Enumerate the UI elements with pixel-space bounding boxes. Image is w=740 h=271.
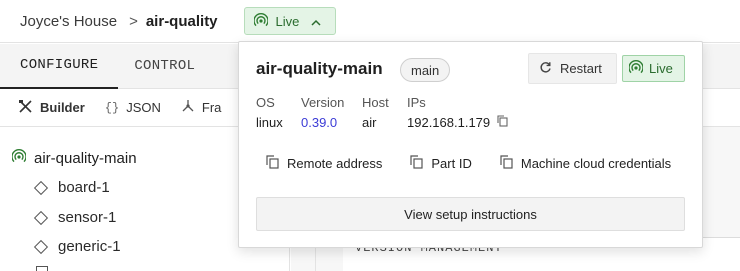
restart-label: Restart xyxy=(560,61,602,76)
credential-actions: Remote address Part ID Machine cloud cre… xyxy=(266,155,699,172)
mode-builder[interactable]: Builder xyxy=(18,99,85,117)
part-id-copy-button[interactable]: Part ID xyxy=(410,155,472,172)
ips-label: IPs xyxy=(407,95,426,110)
mode-frame-label: Fra xyxy=(201,100,222,115)
signal-icon xyxy=(628,60,644,77)
signal-icon xyxy=(11,149,27,167)
part-badge: main xyxy=(400,58,451,82)
component-icon xyxy=(33,239,49,254)
breadcrumb-current: air-quality xyxy=(145,12,218,30)
tab-configure[interactable]: CONFIGURE xyxy=(0,44,119,89)
tree-item-generic[interactable]: generic-1 xyxy=(33,238,121,255)
cloud-credentials-copy-button[interactable]: Machine cloud credentials xyxy=(500,155,671,172)
view-setup-instructions-button[interactable]: View setup instructions xyxy=(256,197,685,231)
tree-root-machine[interactable]: air-quality-main xyxy=(11,149,137,167)
tree-item-label: board-1 xyxy=(58,179,110,196)
mode-json[interactable]: {} JSON xyxy=(105,100,161,115)
breadcrumb-separator: > xyxy=(129,12,138,30)
host-label: Host xyxy=(362,95,389,110)
chevron-up-icon xyxy=(311,14,321,29)
tab-control[interactable]: CONTROL xyxy=(118,58,211,74)
component-icon xyxy=(33,210,49,225)
ips-field: IPs 192.168.1.179 xyxy=(407,95,508,130)
cloud-credentials-label: Machine cloud credentials xyxy=(520,156,672,171)
restart-button[interactable]: Restart xyxy=(528,53,617,84)
host-value: air xyxy=(362,115,377,130)
ips-row: 192.168.1.179 xyxy=(407,115,508,130)
machine-status-popover: air-quality-main main Restart Live OS li… xyxy=(238,41,703,248)
live-status-label: Live xyxy=(275,13,300,29)
top-bar: Joyce's House > air-quality Live xyxy=(0,0,740,43)
tree-item-partial[interactable] xyxy=(36,266,58,271)
restart-icon xyxy=(539,61,552,77)
tree-item-label: generic-1 xyxy=(58,238,121,255)
remote-address-copy-button[interactable]: Remote address xyxy=(266,155,382,172)
signal-icon xyxy=(252,12,269,30)
mode-builder-label: Builder xyxy=(40,100,85,115)
os-value: linux xyxy=(256,115,283,130)
copy-icon xyxy=(266,155,279,172)
host-field: Host air xyxy=(362,95,389,130)
tree-root-label: air-quality-main xyxy=(34,149,137,167)
live-status-label: Live xyxy=(649,61,673,76)
copy-icon xyxy=(410,155,423,172)
module-icon xyxy=(36,266,48,271)
os-label: OS xyxy=(256,95,275,110)
part-id-label: Part ID xyxy=(431,156,472,171)
braces-icon: {} xyxy=(104,100,120,115)
ips-value: 192.168.1.179 xyxy=(407,115,491,130)
mode-frame[interactable]: Fra xyxy=(181,99,222,116)
machine-name: air-quality-main xyxy=(256,59,383,78)
version-label: Version xyxy=(301,95,345,110)
tree-item-label: sensor-1 xyxy=(58,209,117,226)
component-icon xyxy=(33,180,49,195)
copy-icon xyxy=(500,155,513,172)
version-field: Version 0.39.0 xyxy=(301,95,344,130)
tree-item-sensor[interactable]: sensor-1 xyxy=(33,209,117,226)
live-status-dropdown[interactable]: Live xyxy=(243,7,336,35)
mode-json-label: JSON xyxy=(126,100,161,115)
copy-icon[interactable] xyxy=(497,115,508,130)
os-field: OS linux xyxy=(256,95,283,130)
breadcrumb-home[interactable]: Joyce's House xyxy=(20,13,117,30)
frame-icon xyxy=(181,99,195,116)
tools-icon xyxy=(18,99,33,117)
remote-address-label: Remote address xyxy=(287,156,383,171)
tree-item-board[interactable]: board-1 xyxy=(33,179,110,196)
live-status-button[interactable]: Live xyxy=(622,55,685,82)
version-link[interactable]: 0.39.0 xyxy=(301,115,344,130)
